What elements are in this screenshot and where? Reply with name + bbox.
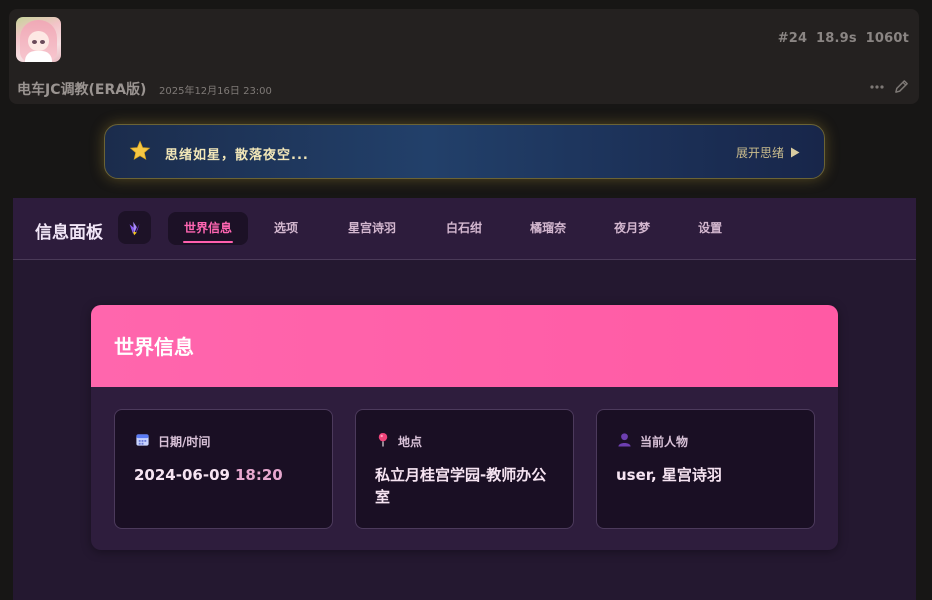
crystal-icon[interactable]	[118, 211, 151, 244]
thought-banner[interactable]: 思绪如星，散落夜空... 展开思绪	[104, 124, 825, 179]
character-name: 电车JC调教(ERA版)	[17, 82, 147, 98]
date-time-value: 2024-06-09 18:20	[134, 464, 318, 486]
current-characters-value: user, 星宫诗羽	[616, 466, 722, 484]
date-time-label: 日期/时间	[158, 434, 211, 449]
tab-shiraishi-kon[interactable]: 白石绀	[430, 212, 498, 245]
info-panel: 信息面板 世界信息 选项 星宫诗羽 白石绀 橘瑠奈 夜月梦 设置 世界信息 日期…	[13, 198, 916, 600]
map-pin-icon	[376, 432, 390, 450]
calendar-icon	[135, 432, 150, 450]
panel-tabs: 世界信息 选项 星宫诗羽 白石绀 橘瑠奈 夜月梦 设置	[168, 212, 738, 245]
world-info-card: 世界信息 日期/时间 2024-06-09 18:20 地点 私立月桂宫学园-教…	[91, 305, 838, 550]
message-header: #24 18.9s 1060t 电车JC调教(ERA版) 2025年12月16日…	[9, 9, 919, 104]
pencil-icon[interactable]	[894, 79, 909, 94]
panel-nav: 信息面板 世界信息 选项 星宫诗羽 白石绀 橘瑠奈 夜月梦 设置	[13, 198, 916, 260]
play-triangle-icon	[791, 147, 800, 158]
more-dots-icon[interactable]	[870, 84, 884, 89]
world-info-heading: 世界信息	[114, 335, 194, 359]
character-avatar[interactable]	[16, 17, 61, 62]
expand-thought-button[interactable]: 展开思绪	[736, 144, 800, 161]
location-label: 地点	[398, 434, 423, 449]
tab-world-info[interactable]: 世界信息	[168, 212, 249, 245]
panel-title: 信息面板	[35, 223, 103, 243]
tab-tachibana-runa[interactable]: 橘瑠奈	[514, 212, 582, 245]
message-stats: #24 18.9s 1060t	[774, 31, 909, 46]
date-value: 2024-06-09	[134, 466, 230, 484]
message-timestamp: 2025年12月16日 23:00	[159, 86, 272, 97]
message-index: #24	[777, 31, 808, 46]
current-characters-label: 当前人物	[640, 434, 689, 449]
location-box: 地点 私立月桂宫学园-教师办公室	[355, 409, 574, 529]
expand-thought-label: 展开思绪	[735, 146, 784, 160]
tab-yozuki-yume[interactable]: 夜月梦	[598, 212, 666, 245]
current-characters-box: 当前人物 user, 星宫诗羽	[596, 409, 815, 529]
message-tokens: 1060t	[865, 31, 909, 46]
world-info-header: 世界信息	[91, 305, 838, 387]
time-value: 18:20	[234, 466, 283, 484]
message-actions	[870, 79, 909, 94]
tab-hoshimiya-shiu[interactable]: 星宫诗羽	[332, 212, 412, 245]
thought-text: 思绪如星，散落夜空...	[165, 148, 309, 163]
date-time-box: 日期/时间 2024-06-09 18:20	[114, 409, 333, 529]
message-duration: 18.9s	[816, 31, 857, 46]
star-icon	[129, 140, 151, 166]
location-value: 私立月桂宫学园-教师办公室	[375, 466, 547, 506]
person-icon	[617, 432, 632, 450]
tab-options[interactable]: 选项	[258, 212, 314, 245]
tab-settings[interactable]: 设置	[682, 212, 738, 245]
